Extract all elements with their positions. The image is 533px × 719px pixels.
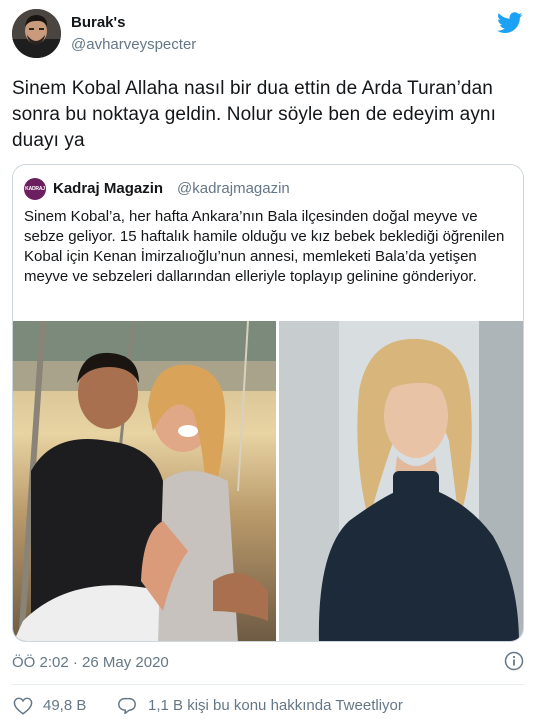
reply-count-text[interactable]: 1,1 B kişi bu konu hakkında Tweetliyor [148,697,403,714]
quote-text: Sinem Kobal’a, her hafta Ankara’nın Bala… [24,208,505,285]
quote-author-handle[interactable]: @kadrajmagazin [177,180,290,197]
author-avatar[interactable] [12,9,61,58]
tweet-text: Sinem Kobal Allaha nasıl bir dua ettin d… [12,78,496,151]
twitter-bird-icon[interactable] [497,12,523,34]
quote-avatar-label: KADRAJ [25,186,45,192]
quote-avatar[interactable]: KADRAJ [24,178,46,200]
author-name[interactable]: Burak's [71,14,125,31]
divider [12,684,524,685]
quote-author-name[interactable]: Kadraj Magazin [53,180,163,197]
like-count[interactable]: 49,8 B [43,697,86,714]
photo-portrait[interactable] [279,321,523,641]
quote-media[interactable] [13,321,523,641]
heart-icon[interactable] [13,697,33,715]
author-handle[interactable]: @avharveyspecter [71,36,196,53]
speech-bubble-icon[interactable] [117,697,137,715]
quoted-tweet[interactable]: KADRAJ Kadraj Magazin @kadrajmagazin Sin… [12,164,524,642]
photo-couple[interactable] [13,321,276,641]
info-icon[interactable] [504,651,524,671]
tweet-timestamp[interactable]: ÖÖ 2:02 · 26 May 2020 [12,654,169,671]
